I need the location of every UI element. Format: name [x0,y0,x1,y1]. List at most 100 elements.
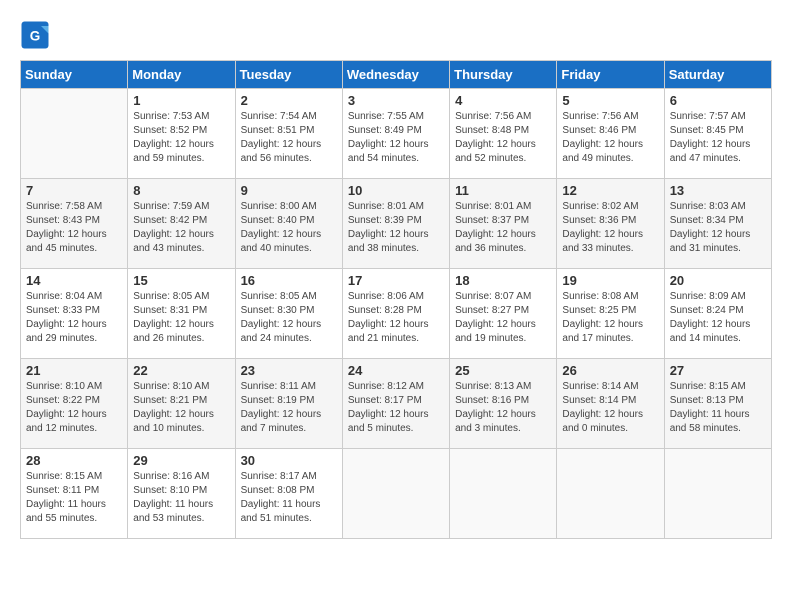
day-info: Sunrise: 7:54 AM Sunset: 8:51 PM Dayligh… [241,110,337,166]
day-number: 10 [348,183,444,198]
calendar-cell: 12 Sunrise: 8:02 AM Sunset: 8:36 PM Dayli… [557,179,664,269]
day-info: Sunrise: 8:02 AM Sunset: 8:36 PM Dayligh… [562,200,658,256]
day-header-wednesday: Wednesday [342,61,449,89]
calendar-cell: 8 Sunrise: 7:59 AM Sunset: 8:42 PM Daylig… [128,179,235,269]
day-header-monday: Monday [128,61,235,89]
day-info: Sunrise: 7:59 AM Sunset: 8:42 PM Dayligh… [133,200,229,256]
day-header-saturday: Saturday [664,61,771,89]
day-info: Sunrise: 8:16 AM Sunset: 8:10 PM Dayligh… [133,470,229,526]
day-number: 17 [348,273,444,288]
calendar-cell: 1 Sunrise: 7:53 AM Sunset: 8:52 PM Daylig… [128,89,235,179]
day-number: 20 [670,273,766,288]
calendar-cell: 13 Sunrise: 8:03 AM Sunset: 8:34 PM Dayli… [664,179,771,269]
day-info: Sunrise: 8:05 AM Sunset: 8:30 PM Dayligh… [241,290,337,346]
day-number: 30 [241,453,337,468]
day-header-tuesday: Tuesday [235,61,342,89]
day-number: 11 [455,183,551,198]
day-info: Sunrise: 7:58 AM Sunset: 8:43 PM Dayligh… [26,200,122,256]
day-info: Sunrise: 8:01 AM Sunset: 8:39 PM Dayligh… [348,200,444,256]
calendar-cell: 3 Sunrise: 7:55 AM Sunset: 8:49 PM Daylig… [342,89,449,179]
calendar-cell: 21 Sunrise: 8:10 AM Sunset: 8:22 PM Dayli… [21,359,128,449]
calendar-cell: 10 Sunrise: 8:01 AM Sunset: 8:39 PM Dayli… [342,179,449,269]
calendar-cell: 17 Sunrise: 8:06 AM Sunset: 8:28 PM Dayli… [342,269,449,359]
day-number: 28 [26,453,122,468]
svg-text:G: G [30,28,41,43]
day-info: Sunrise: 8:10 AM Sunset: 8:22 PM Dayligh… [26,380,122,436]
calendar-cell: 9 Sunrise: 8:00 AM Sunset: 8:40 PM Daylig… [235,179,342,269]
calendar-cell: 26Sunrise: 8:14 AM Sunset: 8:14 PM Dayli… [557,359,664,449]
day-number: 25 [455,363,551,378]
calendar-cell: 15 Sunrise: 8:05 AM Sunset: 8:31 PM Dayli… [128,269,235,359]
calendar-cell: 30 Sunrise: 8:17 AM Sunset: 8:08 PM Dayli… [235,449,342,539]
calendar-cell: 29 Sunrise: 8:16 AM Sunset: 8:10 PM Dayli… [128,449,235,539]
calendar-cell: 20 Sunrise: 8:09 AM Sunset: 8:24 PM Dayli… [664,269,771,359]
calendar-cell: 22Sunrise: 8:10 AM Sunset: 8:21 PM Dayli… [128,359,235,449]
day-number: 16 [241,273,337,288]
calendar-cell: 14 Sunrise: 8:04 AM Sunset: 8:33 PM Dayli… [21,269,128,359]
day-info: Sunrise: 7:53 AM Sunset: 8:52 PM Dayligh… [133,110,229,166]
day-number: 14 [26,273,122,288]
day-info: Sunrise: 8:05 AM Sunset: 8:31 PM Dayligh… [133,290,229,346]
day-info: Sunrise: 8:13 AM Sunset: 8:16 PM Dayligh… [455,380,551,436]
day-number: 1 [133,93,229,108]
day-number: 3 [348,93,444,108]
day-number: 24 [348,363,444,378]
calendar-cell: 16 Sunrise: 8:05 AM Sunset: 8:30 PM Dayli… [235,269,342,359]
day-header-thursday: Thursday [450,61,557,89]
day-number: 9 [241,183,337,198]
day-number: 8 [133,183,229,198]
calendar-cell: 27Sunrise: 8:15 AM Sunset: 8:13 PM Dayli… [664,359,771,449]
day-number: 15 [133,273,229,288]
day-number: 23 [241,363,337,378]
day-info: Sunrise: 7:55 AM Sunset: 8:49 PM Dayligh… [348,110,444,166]
calendar-cell: 18 Sunrise: 8:07 AM Sunset: 8:27 PM Dayli… [450,269,557,359]
calendar-cell: 6Sunrise: 7:57 AM Sunset: 8:45 PM Daylig… [664,89,771,179]
day-number: 22 [133,363,229,378]
calendar-cell: 2Sunrise: 7:54 AM Sunset: 8:51 PM Daylig… [235,89,342,179]
day-info: Sunrise: 8:15 AM Sunset: 8:11 PM Dayligh… [26,470,122,526]
day-info: Sunrise: 7:56 AM Sunset: 8:46 PM Dayligh… [562,110,658,166]
calendar-header-row: SundayMondayTuesdayWednesdayThursdayFrid… [21,61,772,89]
page-header: G [20,20,772,50]
day-info: Sunrise: 8:14 AM Sunset: 8:14 PM Dayligh… [562,380,658,436]
day-number: 7 [26,183,122,198]
calendar-week-row: 14 Sunrise: 8:04 AM Sunset: 8:33 PM Dayli… [21,269,772,359]
calendar-table: SundayMondayTuesdayWednesdayThursdayFrid… [20,60,772,539]
day-header-friday: Friday [557,61,664,89]
day-number: 18 [455,273,551,288]
day-header-sunday: Sunday [21,61,128,89]
day-number: 21 [26,363,122,378]
calendar-cell: 25 Sunrise: 8:13 AM Sunset: 8:16 PM Dayli… [450,359,557,449]
logo-icon: G [20,20,50,50]
calendar-cell: 23 Sunrise: 8:11 AM Sunset: 8:19 PM Dayli… [235,359,342,449]
calendar-week-row: 1 Sunrise: 7:53 AM Sunset: 8:52 PM Daylig… [21,89,772,179]
day-info: Sunrise: 8:17 AM Sunset: 8:08 PM Dayligh… [241,470,337,526]
day-number: 29 [133,453,229,468]
day-info: Sunrise: 7:57 AM Sunset: 8:45 PM Dayligh… [670,110,766,166]
day-info: Sunrise: 8:08 AM Sunset: 8:25 PM Dayligh… [562,290,658,346]
day-info: Sunrise: 8:11 AM Sunset: 8:19 PM Dayligh… [241,380,337,436]
day-info: Sunrise: 8:01 AM Sunset: 8:37 PM Dayligh… [455,200,551,256]
calendar-cell: 4Sunrise: 7:56 AM Sunset: 8:48 PM Daylig… [450,89,557,179]
calendar-cell [21,89,128,179]
day-info: Sunrise: 8:06 AM Sunset: 8:28 PM Dayligh… [348,290,444,346]
calendar-week-row: 7 Sunrise: 7:58 AM Sunset: 8:43 PM Daylig… [21,179,772,269]
calendar-week-row: 21 Sunrise: 8:10 AM Sunset: 8:22 PM Dayli… [21,359,772,449]
day-info: Sunrise: 8:09 AM Sunset: 8:24 PM Dayligh… [670,290,766,346]
day-number: 19 [562,273,658,288]
day-number: 27 [670,363,766,378]
day-info: Sunrise: 8:03 AM Sunset: 8:34 PM Dayligh… [670,200,766,256]
calendar-cell: 5 Sunrise: 7:56 AM Sunset: 8:46 PM Daylig… [557,89,664,179]
calendar-week-row: 28 Sunrise: 8:15 AM Sunset: 8:11 PM Dayli… [21,449,772,539]
day-number: 5 [562,93,658,108]
day-number: 12 [562,183,658,198]
calendar-cell [342,449,449,539]
calendar-cell [450,449,557,539]
day-info: Sunrise: 8:00 AM Sunset: 8:40 PM Dayligh… [241,200,337,256]
day-info: Sunrise: 8:07 AM Sunset: 8:27 PM Dayligh… [455,290,551,346]
calendar-cell: 7 Sunrise: 7:58 AM Sunset: 8:43 PM Daylig… [21,179,128,269]
day-number: 4 [455,93,551,108]
calendar-cell [664,449,771,539]
day-number: 13 [670,183,766,198]
day-info: Sunrise: 8:04 AM Sunset: 8:33 PM Dayligh… [26,290,122,346]
